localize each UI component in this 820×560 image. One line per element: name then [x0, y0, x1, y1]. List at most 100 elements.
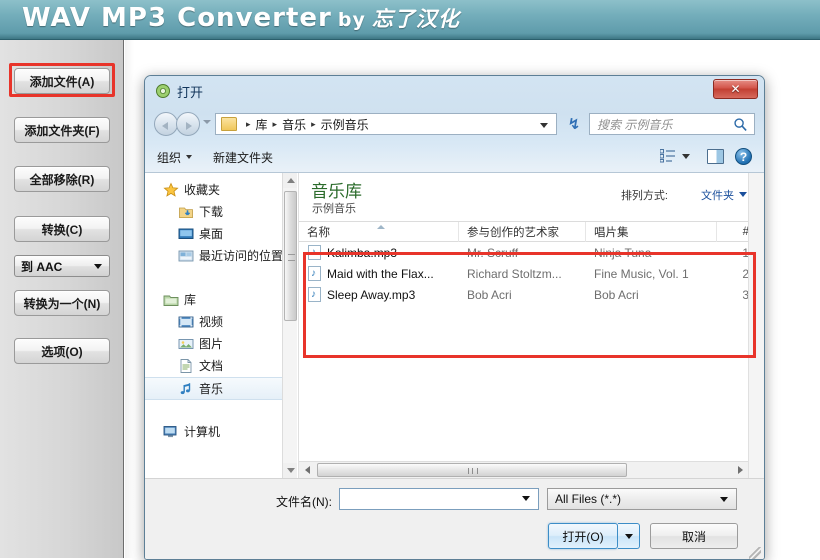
- file-name: Kalimba.mp3: [327, 245, 398, 260]
- dialog-footer: 文件名(N): All Files (*.*) 打开(O) 取消: [145, 478, 764, 559]
- nav-item-label: 计算机: [184, 425, 221, 439]
- filename-label: 文件名(N):: [276, 495, 332, 509]
- nav-item-label: 最近访问的位置: [199, 249, 284, 263]
- folder-icon: [221, 117, 237, 131]
- arrange-by-value[interactable]: 文件夹: [701, 187, 734, 203]
- file-list-pane: 音乐库 示例音乐 排列方式: 文件夹 名称 参与创作的艺术家 唱片集 # ♪ K…: [298, 173, 764, 478]
- nav-item-downloads[interactable]: 下载: [145, 201, 297, 222]
- computer-icon: [163, 425, 177, 437]
- library-icon: [163, 295, 179, 306]
- breadcrumb-item-sample-music[interactable]: 示例音乐: [321, 116, 369, 133]
- nav-item-recent-places[interactable]: 最近访问的位置: [145, 245, 297, 266]
- sort-ascending-icon: [377, 225, 385, 229]
- column-header-artist[interactable]: 参与创作的艺术家: [459, 222, 586, 242]
- file-row[interactable]: Sleep Away.mp3 Bob Acri Bob Acri 3: [299, 284, 764, 305]
- chevron-down-icon: [720, 497, 728, 502]
- refresh-icon[interactable]: ↯: [563, 113, 585, 135]
- nav-item-desktop[interactable]: 桌面: [145, 223, 297, 244]
- column-header-name[interactable]: 名称: [299, 222, 459, 242]
- file-list-vertical-scrollbar[interactable]: [748, 173, 764, 478]
- star-icon: [163, 182, 179, 197]
- add-file-button[interactable]: 添加文件(A): [14, 68, 110, 94]
- open-button[interactable]: 打开(O): [548, 523, 618, 549]
- search-icon: [734, 118, 747, 131]
- breadcrumb-separator: ▸: [272, 118, 278, 129]
- chevron-down-icon[interactable]: [522, 496, 530, 501]
- horizontal-scrollbar[interactable]: [299, 461, 764, 478]
- breadcrumb-item-library[interactable]: 库: [256, 116, 268, 133]
- address-bar[interactable]: ▸ 库 ▸ 音乐 ▸ 示例音乐: [215, 113, 557, 135]
- nav-item-label: 收藏夹: [184, 183, 221, 197]
- file-artist: Richard Stoltzm...: [467, 266, 562, 281]
- preview-pane-icon[interactable]: [707, 149, 724, 164]
- dialog-title: 打开: [177, 85, 204, 100]
- library-header: 音乐库 示例音乐 排列方式: 文件夹: [299, 173, 764, 221]
- open-file-dialog: 打开 ✕ ▸ 库 ▸ 音乐 ▸ 示例音乐 ↯ 搜索 示例音乐 组织 新建文件夹 …: [144, 75, 765, 560]
- add-folder-button[interactable]: 添加文件夹(F): [14, 117, 110, 143]
- scroll-down-button[interactable]: [283, 463, 297, 478]
- options-button[interactable]: 选项(O): [14, 338, 110, 364]
- organize-menu-button[interactable]: 组织: [157, 149, 193, 166]
- document-icon: [180, 358, 192, 373]
- mp3-file-icon: [308, 266, 321, 281]
- column-header-album[interactable]: 唱片集: [586, 222, 717, 242]
- breadcrumb-item-music[interactable]: 音乐: [282, 116, 306, 133]
- scrollbar-thumb[interactable]: [317, 463, 627, 477]
- nav-item-label: 库: [184, 293, 197, 307]
- nav-item-pictures[interactable]: 图片: [145, 333, 297, 354]
- resize-grip[interactable]: [749, 547, 761, 559]
- app-title-bar: WAV MP3 Converter by 忘了汉化: [0, 0, 820, 40]
- app-body: 添加文件(A) 添加文件夹(F) 全部移除(R) 转换(C) 到 AAC 转换为…: [0, 40, 820, 560]
- filename-input[interactable]: [339, 488, 539, 510]
- breadcrumb-separator: ▸: [246, 118, 251, 129]
- forward-button[interactable]: [176, 112, 200, 136]
- nav-item-documents[interactable]: 文档: [145, 355, 297, 376]
- app-title-chinese: 忘了汉化: [371, 7, 460, 31]
- nav-pane-scrollbar[interactable]: [282, 173, 297, 478]
- scroll-right-button[interactable]: [732, 462, 748, 478]
- nav-item-favorites[interactable]: 收藏夹: [145, 179, 297, 200]
- file-album: Fine Music, Vol. 1: [594, 266, 689, 281]
- convert-to-one-button[interactable]: 转换为一个(N): [14, 290, 110, 316]
- back-button[interactable]: [154, 112, 178, 136]
- dialog-title-bar[interactable]: 打开 ✕: [145, 76, 764, 106]
- cancel-button[interactable]: 取消: [650, 523, 738, 549]
- nav-item-label: 下载: [199, 205, 224, 219]
- output-format-select[interactable]: 到 AAC: [14, 255, 110, 277]
- breadcrumb: ▸ 库 ▸ 音乐 ▸ 示例音乐: [221, 116, 369, 133]
- file-row[interactable]: Kalimba.mp3 Mr. Scruff Ninja Tuna 1: [299, 242, 764, 263]
- scroll-left-button[interactable]: [299, 462, 315, 478]
- help-icon[interactable]: ?: [735, 148, 752, 165]
- chevron-left-icon: [304, 466, 310, 474]
- music-icon: [180, 382, 191, 394]
- view-mode-button[interactable]: [660, 149, 690, 163]
- close-button[interactable]: ✕: [713, 79, 758, 99]
- picture-icon: [178, 338, 194, 349]
- scrollbar-thumb[interactable]: [284, 191, 297, 321]
- mp3-file-icon: [308, 287, 321, 302]
- file-type-select[interactable]: All Files (*.*): [547, 488, 737, 510]
- app-title-by: by: [337, 9, 366, 31]
- open-split-dropdown-button[interactable]: [618, 523, 640, 549]
- nav-item-label: 文档: [199, 359, 224, 373]
- file-album: Bob Acri: [594, 287, 639, 302]
- download-icon: [179, 207, 193, 218]
- convert-button[interactable]: 转换(C): [14, 216, 110, 242]
- nav-item-label: 桌面: [199, 227, 224, 241]
- chevron-down-icon[interactable]: [540, 123, 548, 128]
- file-album: Ninja Tuna: [594, 245, 652, 260]
- remove-all-button[interactable]: 全部移除(R): [14, 166, 110, 192]
- nav-item-libraries[interactable]: 库: [145, 289, 297, 310]
- file-row[interactable]: Maid with the Flax... Richard Stoltzm...…: [299, 263, 764, 284]
- search-input[interactable]: 搜索 示例音乐: [589, 113, 755, 135]
- nav-item-music[interactable]: 音乐: [145, 377, 297, 400]
- scroll-up-button[interactable]: [283, 173, 297, 188]
- nav-item-videos[interactable]: 视频: [145, 311, 297, 332]
- history-dropdown-icon[interactable]: [203, 120, 211, 124]
- dialog-navigation-row: ▸ 库 ▸ 音乐 ▸ 示例音乐 ↯ 搜索 示例音乐: [145, 106, 764, 142]
- column-header-row: 名称 参与创作的艺术家 唱片集 #: [299, 221, 764, 242]
- chevron-down-icon[interactable]: [739, 192, 747, 197]
- sidebar-edge: [125, 40, 134, 558]
- new-folder-button[interactable]: 新建文件夹: [213, 149, 273, 166]
- nav-item-computer[interactable]: 计算机: [145, 421, 297, 442]
